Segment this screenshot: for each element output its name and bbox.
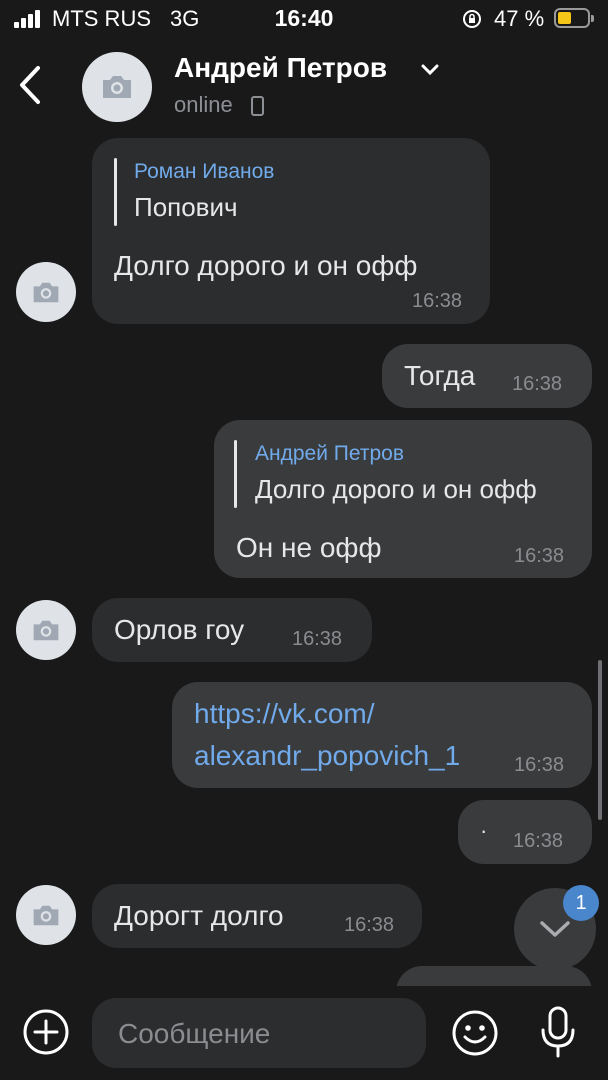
contact-avatar[interactable] [82,52,152,122]
rotation-lock-icon [463,10,481,28]
scroll-indicator[interactable] [598,660,602,820]
contact-name[interactable]: Андрей Петров [174,52,387,84]
message-text: Тогда [404,360,476,391]
message-link[interactable]: alexandr_popovich_1 [194,734,460,778]
message-time: 16:38 [512,373,563,395]
contact-status: online [174,92,233,117]
sender-avatar[interactable] [16,885,76,945]
message-input-field[interactable] [92,998,426,1070]
message-time: 16:38 [514,754,565,776]
message-time: 16:38 [292,628,343,650]
message-time: 16:38 [412,290,463,312]
status-bar: MTS RUS 3G 16:40 47 % [0,0,608,40]
smile-icon[interactable] [450,1008,500,1058]
message-time: 16:38 [513,830,564,852]
reply-author[interactable]: Андрей Петров [255,442,404,466]
message-text: · [480,818,488,843]
message-bubble-outgoing[interactable]: Андрей Петров Долго дорого и он офф Он н… [214,420,592,578]
reply-text: Попович [134,192,238,222]
reply-text: Долго дорого и он офф [255,474,537,504]
message-link[interactable]: https://vk.com/ [194,692,375,736]
chat-header: Андрей Петров online [0,40,608,130]
message-bubble-incoming[interactable]: Орлов гоу 16:38 [92,598,372,662]
message-input[interactable] [116,998,410,1070]
chevron-down-icon[interactable] [420,64,440,76]
plus-circle-icon[interactable] [22,1008,70,1056]
battery-percent: 47 % [494,6,545,31]
battery-icon [554,8,594,28]
message-text: Орлов гоу [114,614,245,645]
chat-screen: MTS RUS 3G 16:40 47 % Андрей Петров onli… [0,0,608,1080]
sender-avatar[interactable] [16,600,76,660]
camera-icon [33,905,59,925]
composer-bar [0,986,608,1080]
message-time: 16:38 [514,545,565,567]
reply-bar [234,440,237,508]
back-button[interactable] [12,62,48,108]
unread-badge: 1 [563,885,599,921]
message-text: Дорогт долго [114,900,284,931]
chevron-down-icon [540,921,570,937]
camera-icon [103,76,131,98]
message-text: Он не офф [236,532,382,563]
message-text: Долго дорого и он офф [114,250,418,281]
message-bubble-outgoing[interactable]: · 16:38 [458,800,592,864]
message-bubble-incoming[interactable]: Роман Иванов Попович Долго дорого и он о… [92,138,490,324]
sender-avatar[interactable] [16,262,76,322]
message-bubble-outgoing[interactable]: https://vk.com/ alexandr_popovich_1 16:3… [172,682,592,788]
microphone-icon[interactable] [538,1004,578,1060]
message-bubble-outgoing[interactable]: Тогда 16:38 [382,344,592,408]
phone-icon [251,96,264,116]
camera-icon [33,282,59,302]
message-time: 16:38 [344,914,395,936]
reply-bar [114,158,117,226]
message-bubble-incoming[interactable]: Дорогт долго 16:38 [92,884,422,948]
camera-icon [33,620,59,640]
reply-author[interactable]: Роман Иванов [134,160,274,184]
